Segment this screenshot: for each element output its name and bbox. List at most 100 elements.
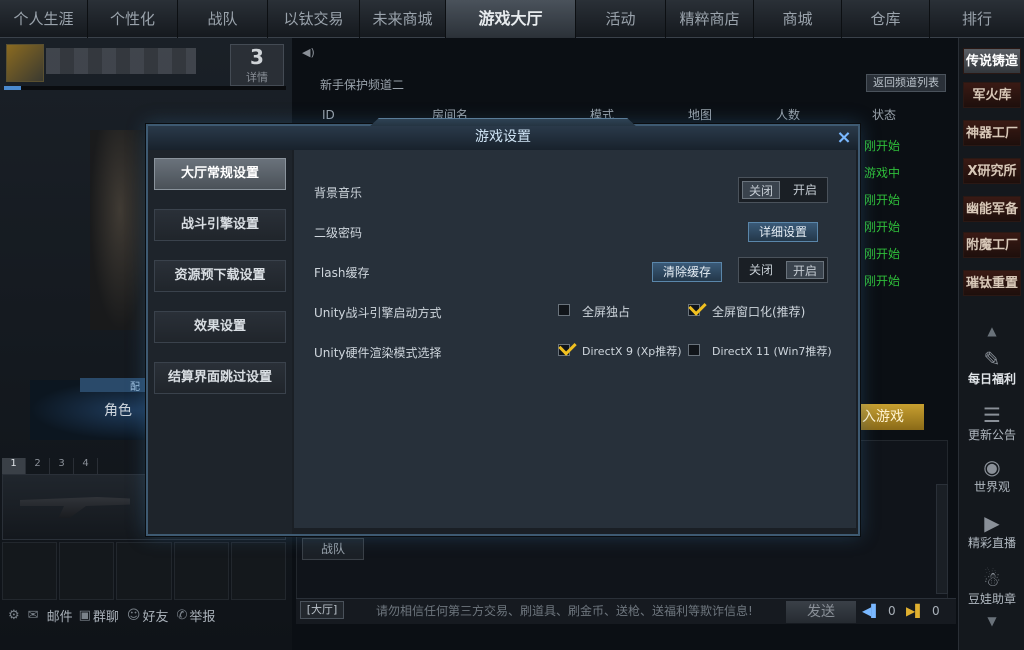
room-status: 刚开始: [864, 139, 901, 153]
back-to-channel-list-button[interactable]: 返回频道列表: [866, 74, 946, 92]
camera-icon: ▶: [984, 511, 1000, 535]
bgm-off-option[interactable]: 关闭: [742, 181, 780, 199]
speaker-icon[interactable]: ◀▌: [862, 604, 880, 618]
nav-essence-shop[interactable]: 精粹商店: [666, 0, 754, 38]
tab-artifact-factory[interactable]: 神器工厂: [963, 120, 1021, 146]
inventory-slot[interactable]: [2, 542, 58, 600]
mascot-icon: ☃: [983, 567, 1001, 591]
top-nav: 个人生涯 个性化 战队 以钛交易 未来商城 游戏大厅 活动 精粹商店 商城 仓库…: [0, 0, 1024, 38]
chat-tab-squad[interactable]: 战队: [302, 538, 364, 560]
live-stream-button[interactable]: ▶ 精彩直播: [963, 512, 1021, 551]
rank-details-label: 详情: [246, 71, 268, 84]
join-game-button[interactable]: 入游戏: [856, 404, 924, 430]
slot-tab-1[interactable]: 1: [2, 458, 26, 474]
tab-phantom-armory[interactable]: 幽能军备: [963, 196, 1021, 222]
nav-warehouse[interactable]: 仓库: [842, 0, 930, 38]
nav-squad[interactable]: 战队: [178, 0, 268, 38]
nav-lobby-general[interactable]: 大厅常规设置: [154, 158, 286, 190]
bgm-toggle[interactable]: 关闭 开启: [738, 177, 828, 203]
nav-mall[interactable]: 商城: [754, 0, 842, 38]
nav-personalize[interactable]: 个性化: [88, 0, 178, 38]
slot-tab-4[interactable]: 4: [74, 458, 98, 474]
tab-enchant-factory[interactable]: 附魔工厂: [963, 232, 1021, 258]
scroll-down-icon[interactable]: ▼: [963, 614, 1021, 628]
col-id: ID: [322, 108, 335, 122]
right-sidebar: 传说铸造 军火库 神器工厂 X研究所 幽能军备 附魔工厂 璀钛重置 ▲ ✎ 每日福…: [958, 38, 1024, 650]
character-model: [90, 130, 150, 330]
send-button[interactable]: 发送: [786, 601, 856, 623]
settings-content: 背景音乐 关闭 开启 二级密码 详细设置 Flash缓存 清除缓存 关闭 开启 …: [294, 150, 856, 528]
inventory-slot[interactable]: [116, 542, 172, 600]
scroll-up-icon[interactable]: ▲: [963, 324, 1021, 338]
dx11-label: DirectX 11 (Win7推荐): [712, 345, 832, 358]
mail-button[interactable]: 邮件: [47, 606, 73, 625]
weapon-slot-tabs: 1 2 3 4: [2, 458, 142, 474]
globe-icon: ◉: [983, 455, 1001, 479]
room-status: 游戏中: [864, 166, 901, 180]
mascot-medal-label: 豆娃助章: [967, 592, 1016, 606]
worldview-label: 世界观: [973, 480, 1010, 494]
mail-icon[interactable]: ✉: [28, 608, 39, 623]
tab-arsenal[interactable]: 军火库: [963, 82, 1021, 108]
mascot-medal-button[interactable]: ☃ 豆娃助章: [963, 568, 1021, 607]
bgm-on-option[interactable]: 开启: [786, 181, 824, 199]
config-label: 配: [80, 378, 148, 393]
channel-name: 新手保护频道二: [320, 78, 405, 92]
friends-button[interactable]: 好友: [142, 606, 168, 625]
phone-icon: ✆: [176, 607, 188, 623]
slot-tab-2[interactable]: 2: [26, 458, 50, 474]
update-notice-button[interactable]: ☰ 更新公告: [963, 404, 1021, 443]
nav-resource-predownload[interactable]: 资源预下载设置: [154, 260, 286, 292]
clear-cache-button[interactable]: 清除缓存: [652, 262, 723, 282]
guild-chat-icon: ▣: [78, 607, 91, 623]
inventory-slot[interactable]: [230, 542, 287, 600]
chat-scrollbar[interactable]: [936, 484, 948, 594]
dx9-checkbox[interactable]: [558, 344, 570, 356]
nav-skip-settlement[interactable]: 结算界面跳过设置: [154, 362, 286, 394]
fullscreen-window-checkbox[interactable]: [688, 304, 700, 316]
guild-chat-button[interactable]: 群聊: [93, 606, 119, 625]
nav-career[interactable]: 个人生涯: [0, 0, 88, 38]
tab-legend-forge[interactable]: 传说铸造: [963, 48, 1021, 74]
slot-tab-3[interactable]: 3: [50, 458, 74, 474]
report-button[interactable]: 举报: [189, 606, 215, 625]
rank-badge[interactable]: 3 详情: [230, 44, 284, 86]
nav-future-mall[interactable]: 未来商城: [360, 0, 446, 38]
nav-combat-engine[interactable]: 战斗引擎设置: [154, 209, 286, 241]
volume-count-2: 0: [932, 604, 940, 618]
fullscreen-exclusive-label: 全屏独占: [582, 305, 631, 319]
bgm-label: 背景音乐: [314, 186, 363, 200]
sound-icon[interactable]: ◀): [302, 46, 315, 59]
player-name-blurred: [46, 48, 196, 74]
password-settings-button[interactable]: 详细设置: [748, 222, 819, 242]
unity-render-label: Unity硬件渲染模式选择: [314, 346, 442, 360]
worldview-button[interactable]: ◉ 世界观: [963, 456, 1021, 495]
daily-bonus-button[interactable]: ✎ 每日福利: [963, 348, 1021, 387]
nav-effects[interactable]: 效果设置: [154, 311, 286, 343]
close-icon[interactable]: ×: [834, 128, 854, 148]
chat-bubble-icon: ☰: [983, 403, 1001, 427]
nav-events[interactable]: 活动: [576, 0, 666, 38]
col-map: 地图: [688, 108, 713, 122]
dx11-checkbox[interactable]: [688, 344, 700, 356]
inventory-slot[interactable]: [59, 542, 115, 600]
nav-titanium-trade[interactable]: 以钛交易: [268, 0, 360, 38]
fullscreen-exclusive-checkbox[interactable]: [558, 304, 570, 316]
nav-ranking[interactable]: 排行: [930, 0, 1024, 38]
inventory-slot[interactable]: [173, 542, 229, 600]
tab-x-institute[interactable]: X研究所: [963, 158, 1021, 184]
tab-titanium-reset[interactable]: 璀钛重置: [963, 270, 1021, 296]
flash-off-option[interactable]: 关闭: [742, 261, 780, 279]
gear-icon[interactable]: ⚙: [8, 608, 20, 623]
role-button[interactable]: 角色: [104, 400, 132, 420]
horn-icon[interactable]: ▶▌: [906, 604, 924, 618]
fullscreen-window-label: 全屏窗口化(推荐): [712, 305, 806, 319]
room-status: 刚开始: [864, 247, 901, 261]
nav-game-lobby[interactable]: 游戏大厅: [446, 0, 576, 38]
chat-channel-select[interactable]: [大厅]: [300, 601, 344, 619]
unity-launch-label: Unity战斗引擎启动方式: [314, 306, 442, 320]
flash-on-option[interactable]: 开启: [786, 261, 824, 279]
note-icon: ✎: [983, 347, 1001, 371]
flash-cache-toggle[interactable]: 关闭 开启: [738, 257, 828, 283]
chat-input[interactable]: 请勿相信任何第三方交易、刷道具、刷金币、送枪、送福利等欺诈信息!: [376, 602, 753, 619]
